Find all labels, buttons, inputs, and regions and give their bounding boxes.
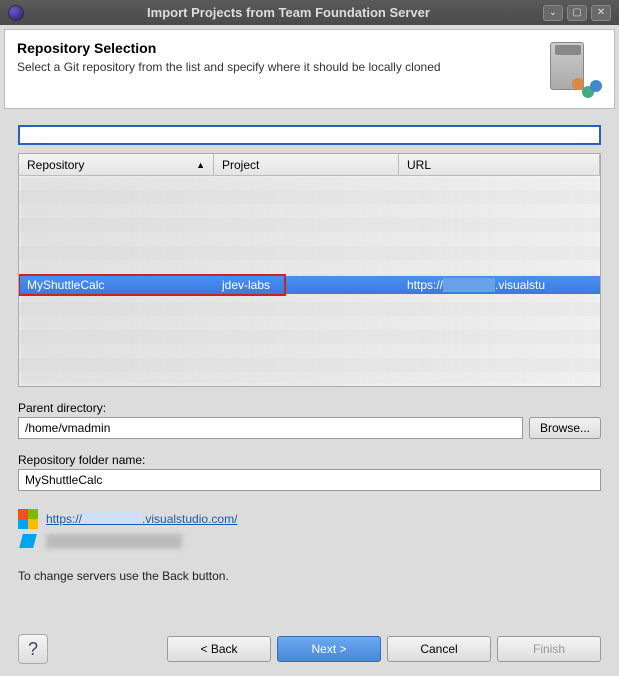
server-link[interactable]: https://xxxxxxxxxx.visualstudio.com/ [46, 512, 237, 526]
browse-button[interactable]: Browse... [529, 417, 601, 439]
finish-button: Finish [497, 636, 601, 662]
column-label: URL [407, 158, 431, 172]
hint-text: To change servers use the Back button. [18, 569, 601, 583]
eclipse-icon [8, 5, 24, 21]
back-button[interactable]: < Back [167, 636, 271, 662]
table-row-selected[interactable]: MyShuttleCalc jdev-labs https://xxxxxxxx… [19, 276, 600, 294]
page-subtitle: Select a Git repository from the list an… [17, 60, 544, 74]
parent-directory-label: Parent directory: [18, 401, 601, 415]
column-header-project[interactable]: Project [214, 154, 399, 175]
visualstudio-icon [18, 531, 38, 551]
table-body[interactable]: MyShuttleCalc jdev-labs https://xxxxxxxx… [19, 176, 600, 386]
repo-folder-label: Repository folder name: [18, 453, 601, 467]
column-label: Project [222, 158, 259, 172]
cancel-button[interactable]: Cancel [387, 636, 491, 662]
page-title: Repository Selection [17, 40, 544, 56]
maximize-button[interactable]: ▢ [567, 5, 587, 21]
column-header-url[interactable]: URL [399, 154, 600, 175]
secondary-link-blurred: ████████████████ [46, 534, 182, 548]
titlebar: Import Projects from Team Foundation Ser… [0, 0, 619, 25]
close-button[interactable]: ✕ [591, 5, 611, 21]
next-button[interactable]: Next > [277, 636, 381, 662]
column-header-repository[interactable]: Repository ▲ [19, 154, 214, 175]
server-users-icon [544, 40, 602, 98]
wizard-button-bar: ? < Back Next > Cancel Finish [0, 634, 619, 664]
minimize-button[interactable]: ⌄ [543, 5, 563, 21]
help-button[interactable]: ? [18, 634, 48, 664]
repository-table[interactable]: Repository ▲ Project URL MyShuttleCalc j… [18, 153, 601, 387]
column-label: Repository [27, 158, 84, 172]
wizard-header: Repository Selection Select a Git reposi… [4, 29, 615, 109]
repo-folder-input[interactable] [18, 469, 601, 491]
microsoft-logo-icon [18, 509, 38, 529]
window-title: Import Projects from Team Foundation Ser… [34, 5, 543, 20]
repository-filter-input[interactable] [18, 125, 601, 145]
cell-url: https://xxxxxxxx.visualstu [399, 278, 600, 292]
cell-project: jdev-labs [214, 278, 399, 292]
cell-repository: MyShuttleCalc [19, 278, 214, 292]
parent-directory-input[interactable] [18, 417, 523, 439]
sort-ascending-icon: ▲ [196, 160, 205, 170]
